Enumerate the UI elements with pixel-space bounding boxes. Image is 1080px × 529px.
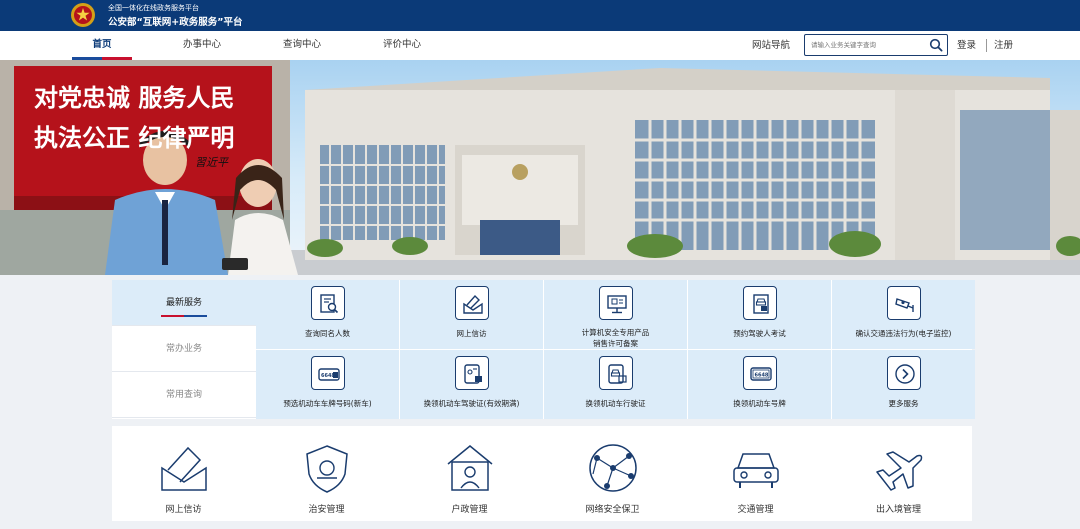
banner-signature: 習近平	[195, 156, 228, 169]
service-item-label-line-2: 销售许可备案	[593, 339, 638, 348]
category-online-petition[interactable]: 网上信访	[112, 426, 255, 521]
service-item-label: 网上信访	[456, 329, 487, 338]
service-item-renew-vehicle-license[interactable]: 换领机动车行驶证	[544, 350, 687, 419]
car-icon	[733, 453, 779, 488]
tab-latest-services[interactable]: 最新服务	[112, 280, 256, 326]
computer-monitor-icon	[607, 295, 627, 314]
service-item-label: 确认交通违法行为(电子监控)	[855, 329, 952, 338]
category-household-management[interactable]: 户政管理	[398, 426, 541, 521]
service-item-label: 换领机动车号牌	[733, 399, 786, 408]
service-item-label: 预约驾驶人考试	[733, 329, 786, 338]
service-item-renew-driver-license[interactable]: 换领机动车驾驶证(有效期满)	[400, 350, 543, 419]
hero-banner: 对党忠诚 服务人民 执法公正 纪律严明 習近平	[0, 60, 1080, 275]
category-label: 网络安全保卫	[585, 505, 640, 515]
service-item-label: 查询同名人数	[305, 329, 350, 338]
nav-service-center[interactable]: 办事中心	[172, 31, 232, 60]
category-label: 出入境管理	[875, 505, 921, 515]
police-shield-icon	[306, 445, 348, 493]
category-label: 交通管理	[737, 505, 774, 515]
banner-motto-line-2: 执法公正 纪律严明	[34, 123, 235, 152]
category-panel: 网上信访 治安管理 户政管理 网络安全保卫 交通管理 出入境管理	[112, 426, 972, 521]
top-header-bar: 全国一体化在线政务服务平台 公安部“互联网+政务服务”平台	[0, 0, 1080, 31]
category-traffic-management[interactable]: 交通管理	[684, 426, 827, 521]
service-item-driver-exam-booking[interactable]: 预约驾驶人考试	[688, 280, 831, 349]
driver-license-icon	[464, 364, 482, 384]
surveillance-camera-icon	[895, 298, 914, 312]
category-public-security[interactable]: 治安管理	[255, 426, 398, 521]
platform-subtitle: 全国一体化在线政务服务平台	[108, 4, 199, 12]
service-item-label: 预选机动车车牌号码(新车)	[283, 399, 372, 408]
household-icon	[447, 445, 493, 491]
service-item-name-count-query[interactable]: 查询同名人数	[256, 280, 399, 349]
platform-title[interactable]: 公安部“互联网+政务服务”平台	[108, 14, 242, 28]
category-network-security[interactable]: 网络安全保卫	[541, 426, 684, 521]
service-item-more-services[interactable]: 更多服务	[832, 350, 975, 419]
service-item-security-product-license[interactable]: 计算机安全专用产品 销售许可备案	[544, 280, 687, 349]
airplane-icon	[876, 451, 923, 491]
category-label: 治安管理	[308, 505, 345, 515]
main-navigation: 首页 办事中心 查询中心 评价中心 网站导航 登录 注册	[0, 31, 1080, 60]
vehicle-license-icon	[608, 364, 627, 384]
search-input[interactable]	[811, 38, 921, 52]
service-item-label: 更多服务	[888, 399, 919, 408]
site-navigation-link[interactable]: 网站导航	[752, 31, 790, 60]
svg-text:6648: 6648	[755, 373, 769, 379]
service-item-label: 计算机安全专用产品	[581, 328, 650, 337]
service-item-label: 换领机动车驾驶证(有效期满)	[423, 399, 520, 408]
nav-home[interactable]: 首页	[72, 31, 132, 60]
chevron-right-icon	[895, 364, 915, 384]
nav-evaluation-center[interactable]: 评价中心	[372, 31, 432, 60]
service-item-preselect-plate[interactable]: 6648 预选机动车车牌号码(新车)	[256, 350, 399, 419]
driver-exam-icon	[753, 294, 769, 314]
banner-motto-line-1: 对党忠诚 服务人民	[34, 83, 235, 112]
service-item-renew-plate[interactable]: 6648 换领机动车号牌	[688, 350, 831, 419]
envelope-pen-icon	[463, 294, 483, 314]
document-search-icon	[320, 294, 339, 314]
network-globe-icon	[589, 444, 637, 492]
service-item-online-petition[interactable]: 网上信访	[400, 280, 543, 349]
search-box	[804, 34, 948, 56]
category-label: 网上信访	[165, 505, 202, 515]
tab-common-business[interactable]: 常办业务	[112, 326, 256, 372]
license-plate-icon: 6648	[318, 368, 340, 381]
login-divider	[986, 39, 987, 52]
search-icon[interactable]	[929, 38, 943, 52]
police-emblem-icon[interactable]	[70, 2, 96, 28]
login-link[interactable]: 登录	[957, 31, 976, 60]
service-item-traffic-violation-confirm[interactable]: 确认交通违法行为(电子监控)	[832, 280, 975, 349]
services-panel: 最新服务 常办业务 常用查询 查询同名人数 网上信访 计算机安全专用产品 销售许…	[112, 280, 975, 419]
category-label: 户政管理	[451, 505, 488, 515]
plate-icon: 6648	[750, 367, 772, 381]
category-entry-exit[interactable]: 出入境管理	[827, 426, 970, 521]
register-link[interactable]: 注册	[994, 31, 1013, 60]
nav-query-center[interactable]: 查询中心	[272, 31, 332, 60]
tab-common-queries[interactable]: 常用查询	[112, 372, 256, 418]
envelope-icon	[161, 446, 207, 491]
service-item-label: 换领机动车行驶证	[585, 399, 646, 408]
